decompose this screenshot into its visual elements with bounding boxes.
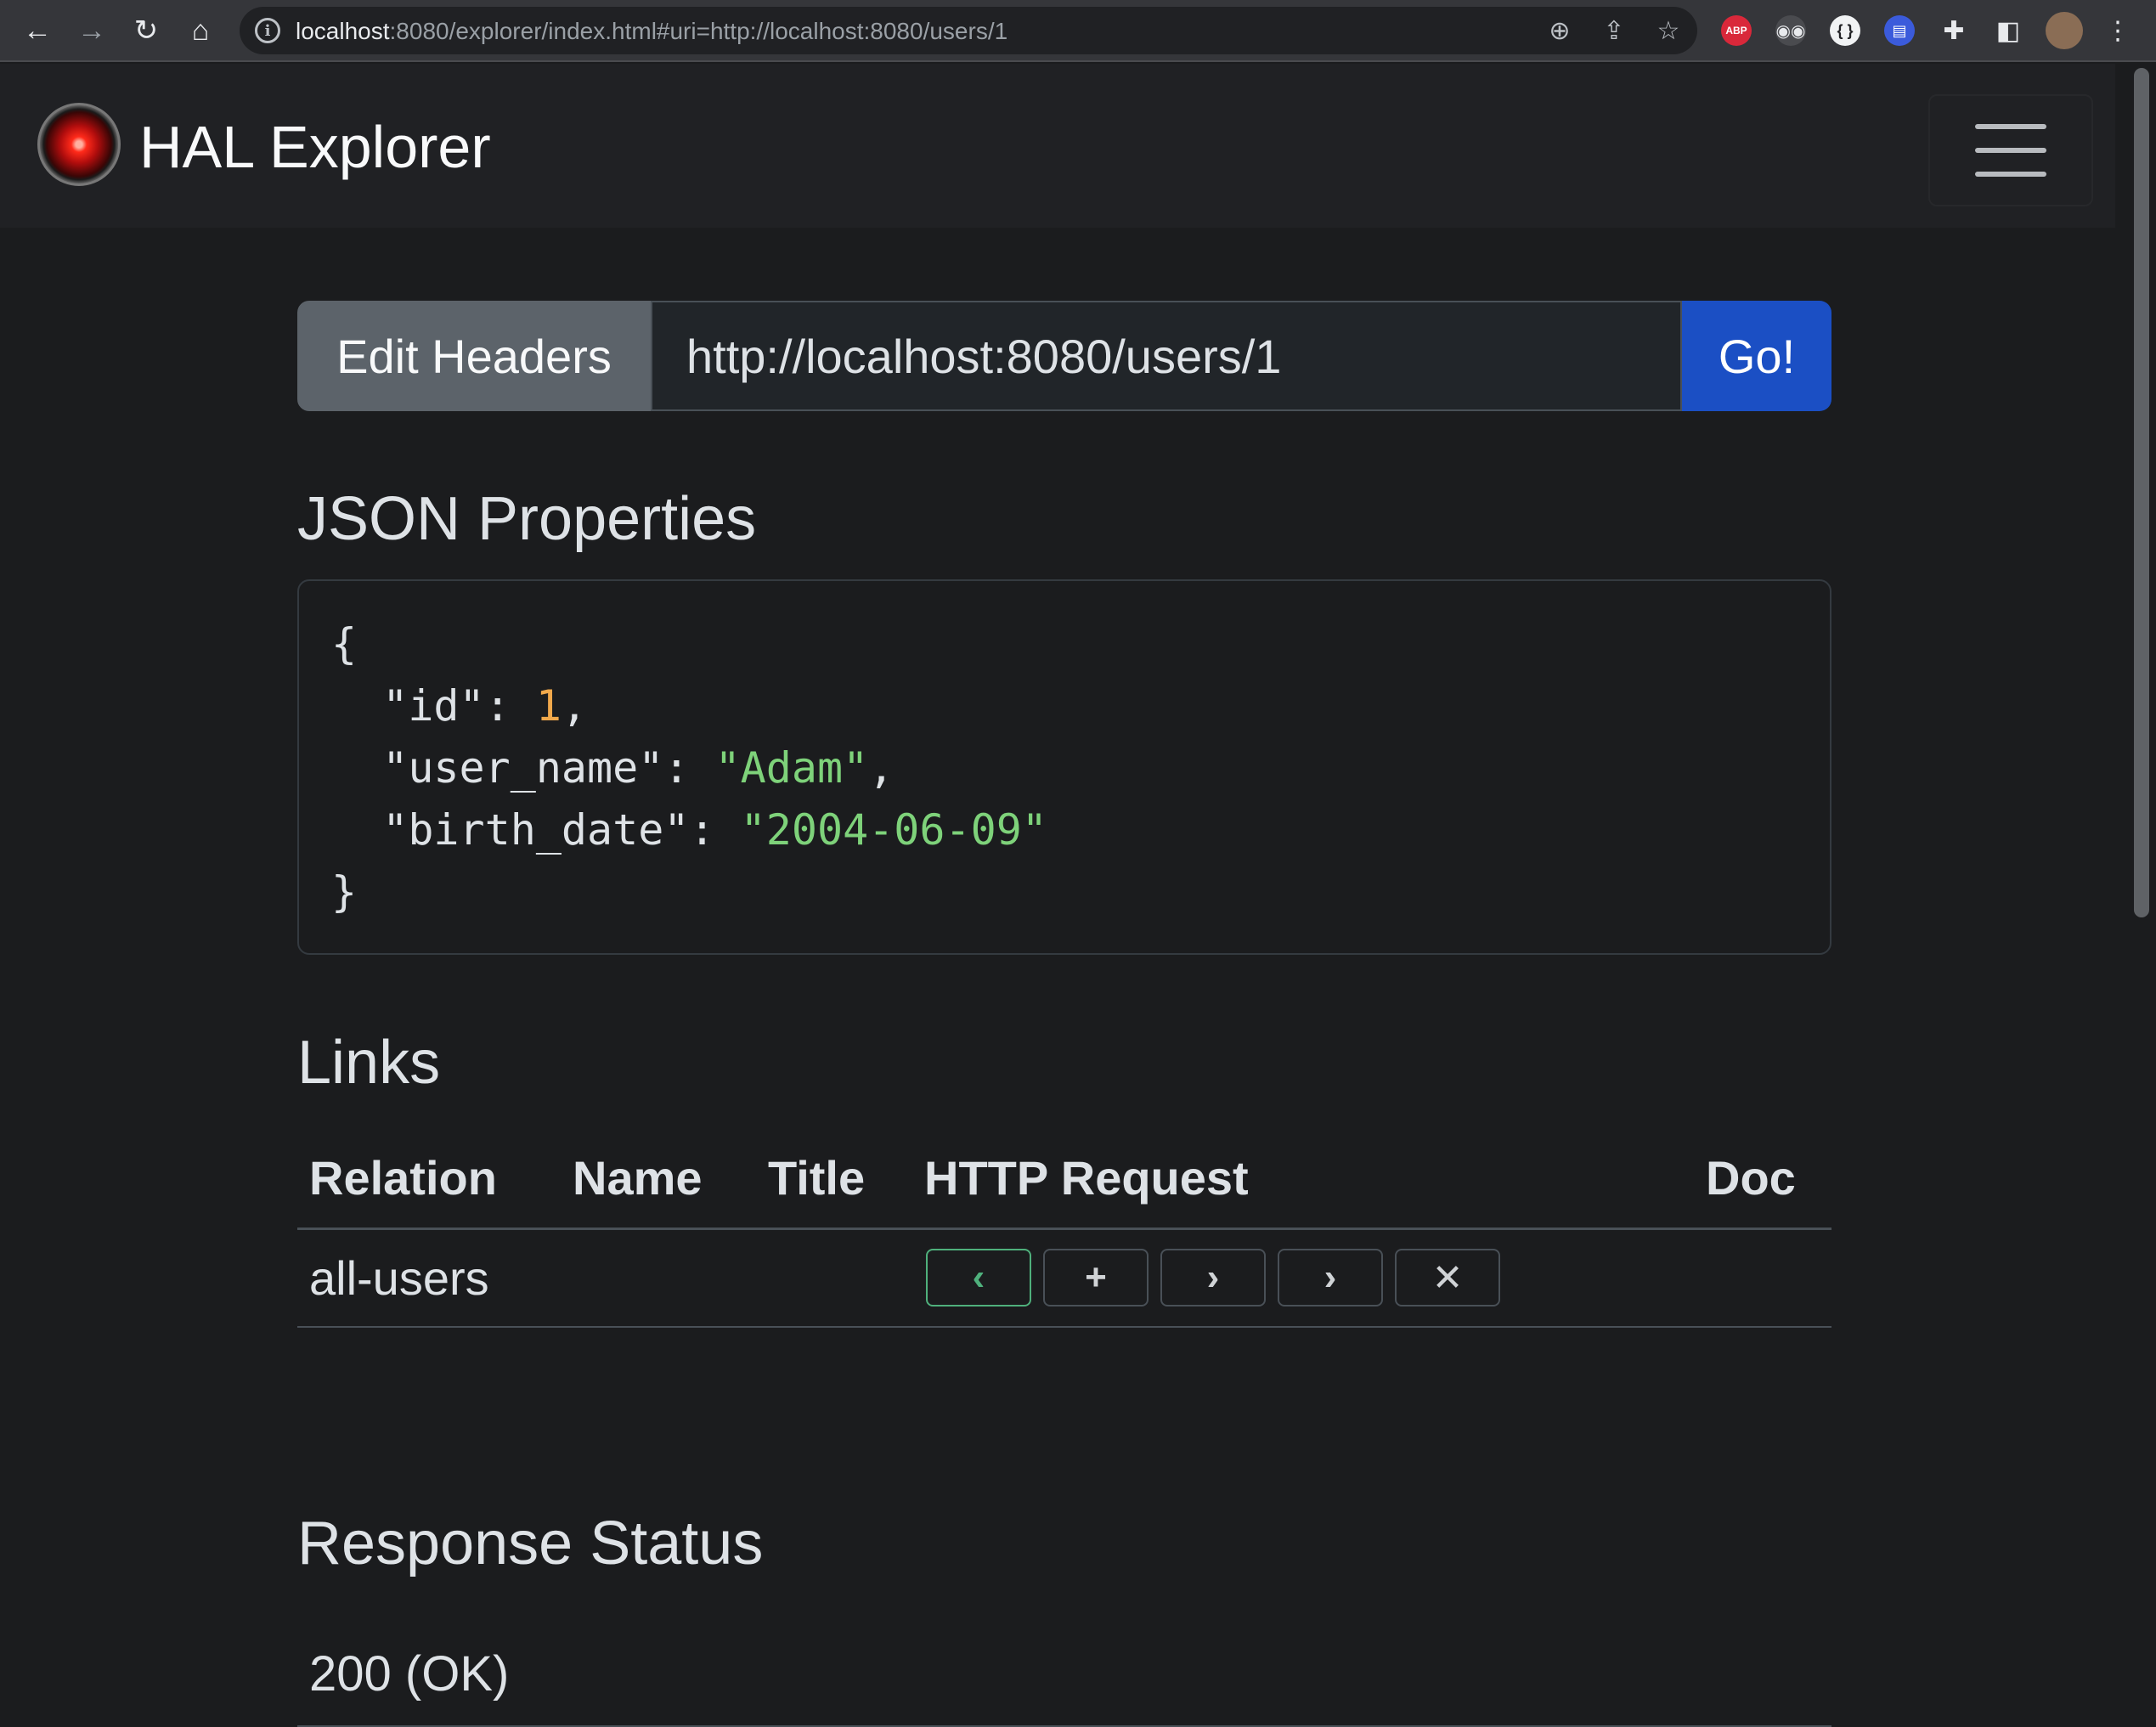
link-http-request: ‹ + › › ✕ [912, 1228, 1694, 1328]
chevron-right-icon: › [1206, 1256, 1220, 1299]
response-status-heading: Response Status [297, 1510, 764, 1577]
links-header-row: Relation Name Title HTTP Request Doc [297, 1128, 1831, 1230]
http-request-buttons: ‹ + › › ✕ [924, 1249, 1682, 1307]
hal-logo[interactable] [37, 103, 121, 186]
bookmark-star-icon[interactable]: ☆ [1653, 15, 1684, 46]
adblock-extension-icon[interactable]: ABP [1721, 15, 1752, 46]
doc-extension-icon[interactable]: ▤ [1884, 15, 1915, 46]
browser-menu-icon[interactable]: ⋮ [2097, 10, 2139, 51]
scrollbar-thumb[interactable] [2134, 68, 2149, 917]
col-http-request: HTTP Request [912, 1128, 1694, 1230]
plus-icon: + [1085, 1256, 1107, 1299]
json-properties-box: { "id": 1, "user_name": "Adam", "birth_d… [297, 579, 1831, 955]
col-relation: Relation [297, 1128, 561, 1230]
put-button[interactable]: › [1160, 1249, 1266, 1307]
json-line-id: "id": 1, [382, 681, 588, 731]
reload-icon[interactable]: ↻ [126, 10, 166, 51]
link-doc [1694, 1228, 1831, 1328]
response-status-value: 200 (OK) [309, 1646, 510, 1702]
get-button[interactable]: ‹ [926, 1249, 1031, 1307]
delete-button[interactable]: ✕ [1395, 1249, 1500, 1307]
table-row: all-users ‹ + › › ✕ [297, 1228, 1831, 1328]
chevron-left-icon: ‹ [972, 1256, 985, 1299]
profile-avatar[interactable] [2046, 12, 2083, 49]
edit-headers-button[interactable]: Edit Headers [297, 301, 651, 411]
go-button[interactable]: Go! [1682, 301, 1831, 411]
col-doc: Doc [1694, 1128, 1831, 1230]
spy-extension-icon[interactable]: ◉◉ [1775, 15, 1806, 46]
extensions-puzzle-icon[interactable]: ✚ [1933, 10, 1974, 51]
brand-title[interactable]: HAL Explorer [139, 113, 491, 181]
link-name [561, 1228, 756, 1328]
links-heading: Links [297, 1029, 441, 1097]
uri-input[interactable] [651, 301, 1682, 411]
post-button[interactable]: + [1043, 1249, 1149, 1307]
zoom-icon[interactable]: ⊕ [1544, 15, 1575, 46]
address-bar[interactable]: i localhost:8080/explorer/index.html#uri… [240, 7, 1697, 54]
response-status-row: 200 (OK) [297, 1618, 1831, 1727]
app-navbar: HAL Explorer [0, 64, 2115, 228]
patch-button[interactable]: › [1278, 1249, 1383, 1307]
chevron-right-icon: › [1324, 1256, 1337, 1299]
json-line-user-name: "user_name": "Adam", [382, 743, 895, 793]
site-info-icon[interactable]: i [255, 18, 280, 43]
share-icon[interactable]: ⇪ [1599, 15, 1629, 46]
hamburger-menu-button[interactable] [1928, 94, 2093, 206]
json-line-birth-date: "birth_date": "2004-06-09" [382, 805, 1047, 855]
col-title: Title [756, 1128, 912, 1230]
json-properties-heading: JSON Properties [297, 485, 757, 553]
link-title [756, 1228, 912, 1328]
x-icon: ✕ [1431, 1256, 1464, 1299]
back-icon[interactable]: ← [17, 10, 58, 51]
links-table: Relation Name Title HTTP Request Doc all… [297, 1128, 1831, 1328]
address-url[interactable]: localhost:8080/explorer/index.html#uri=h… [296, 18, 1007, 45]
home-icon[interactable]: ⌂ [180, 10, 221, 51]
hamburger-icon [1975, 124, 2046, 129]
json-extension-icon[interactable]: { } [1830, 15, 1860, 46]
side-panel-icon[interactable]: ◧ [1988, 10, 2029, 51]
col-name: Name [561, 1128, 756, 1230]
request-bar: Edit Headers Go! [297, 301, 1831, 411]
link-relation: all-users [297, 1228, 561, 1328]
forward-icon[interactable]: → [71, 10, 112, 51]
browser-toolbar: ← → ↻ ⌂ i localhost:8080/explorer/index.… [0, 0, 2156, 62]
